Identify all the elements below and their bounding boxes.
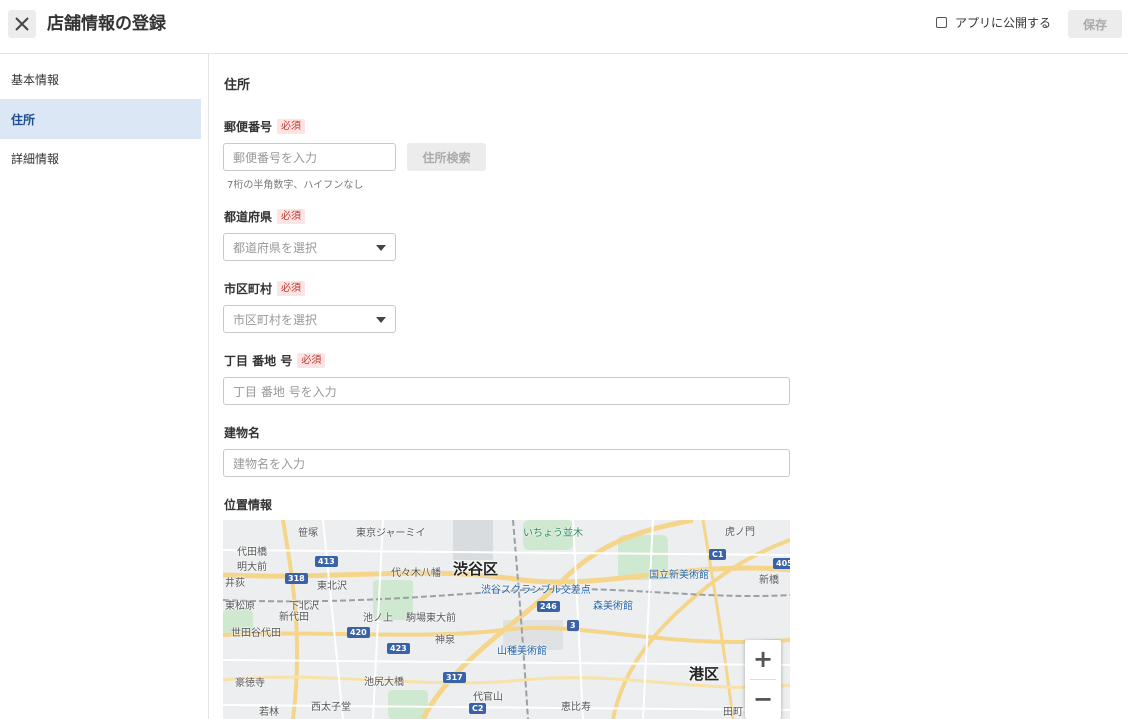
- map-label-shinbashi: 新橋: [759, 575, 779, 586]
- zoom-out-button[interactable]: −: [745, 680, 781, 718]
- road-badge: 423: [387, 643, 410, 654]
- road-badge: 420: [347, 627, 370, 638]
- map-label-gotokuji: 豪徳寺: [235, 678, 265, 689]
- map-label-yamatane: 山種美術館: [497, 646, 547, 657]
- map-label-komaba: 駒場東大前: [406, 613, 456, 624]
- zoom-in-button[interactable]: +: [745, 640, 781, 678]
- map-label-nishitaishido: 西太子堂: [311, 702, 351, 713]
- map-label-shindaita: 新代田: [279, 612, 309, 623]
- prefecture-select[interactable]: 都道府県を選択: [223, 233, 396, 261]
- map-label-daitabashi: 代田橋: [237, 547, 267, 558]
- map-label-higashimatsubara: 東松原: [225, 601, 255, 612]
- map-label-scramble: 渋谷スクランブル交差点: [481, 585, 591, 596]
- prefecture-label: 都道府県 必須: [224, 208, 306, 225]
- road-badge: 405: [773, 558, 790, 569]
- map-label-kokuritsu: 国立新美術館: [649, 570, 709, 581]
- sidebar: 基本情報 住所 詳細情報: [0, 54, 209, 719]
- map-label-sasazuka: 笹塚: [298, 528, 318, 539]
- postal-label-text: 郵便番号: [224, 120, 273, 134]
- road-badge: C2: [469, 703, 487, 714]
- map-label-meidaimae: 明大前: [237, 562, 267, 573]
- postal-label: 郵便番号 必須: [224, 118, 306, 135]
- page-title: 店舗情報の登録: [47, 14, 166, 34]
- publish-toggle[interactable]: アプリに公開する: [936, 14, 1051, 31]
- road-badge: 246: [537, 601, 560, 612]
- map-label-shibuya: 渋谷区: [453, 560, 499, 578]
- chevron-down-icon: [376, 317, 386, 323]
- top-bar: 店舗情報の登録 アプリに公開する 保存: [0, 0, 1128, 54]
- required-badge: 必須: [297, 353, 326, 368]
- street-label-text: 丁目 番地 号: [224, 354, 293, 368]
- map-label-setagaya-daita: 世田谷代田: [231, 628, 281, 639]
- map-label-higashikitazawa: 東北沢: [317, 581, 347, 592]
- map-label-toranomon: 虎ノ門: [725, 527, 755, 538]
- sidebar-item-details[interactable]: 詳細情報: [0, 138, 201, 178]
- map-label-daikanyama: 代官山: [473, 692, 503, 703]
- city-select[interactable]: 市区町村を選択: [223, 305, 396, 333]
- city-label-text: 市区町村: [224, 282, 273, 296]
- building-label: 建物名: [224, 424, 260, 441]
- required-badge: 必須: [277, 119, 306, 134]
- close-button[interactable]: [8, 10, 36, 38]
- prefecture-placeholder: 都道府県を選択: [233, 240, 318, 255]
- map-label-minato: 港区: [689, 665, 720, 683]
- postal-input[interactable]: 郵便番号を入力: [223, 143, 396, 171]
- street-label: 丁目 番地 号 必須: [224, 352, 326, 369]
- publish-label: アプリに公開する: [955, 16, 1052, 30]
- road-badge: 318: [285, 573, 308, 584]
- address-search-button[interactable]: 住所検索: [407, 143, 486, 171]
- road-badge: 413: [315, 556, 338, 567]
- location-label-text: 位置情報: [224, 498, 273, 512]
- required-badge: 必須: [277, 209, 306, 224]
- location-label: 位置情報: [224, 496, 272, 513]
- city-label: 市区町村 必須: [224, 280, 306, 297]
- postal-hint: 7桁の半角数字、ハイフンなし: [227, 180, 364, 191]
- map-label-yoyogi-hachiman: 代々木八幡: [391, 568, 441, 579]
- chevron-down-icon: [376, 245, 386, 251]
- map-label-ichou: いちょう並木: [523, 528, 583, 539]
- city-placeholder: 市区町村を選択: [233, 312, 318, 327]
- map-label-wakabayashi: 若林: [259, 707, 279, 718]
- road-badge: 317: [443, 672, 466, 683]
- sidebar-item-address[interactable]: 住所: [0, 99, 201, 139]
- map-label-shinsen: 神泉: [435, 635, 455, 646]
- map-label-ebisu: 恵比寿: [561, 702, 591, 713]
- map-label-kamiuma: 井荻: [225, 578, 245, 589]
- building-input[interactable]: 建物名を入力: [223, 449, 790, 477]
- publish-checkbox[interactable]: [936, 17, 947, 28]
- sidebar-item-basic[interactable]: 基本情報: [0, 59, 201, 99]
- map-label-mori: 森美術館: [593, 601, 633, 612]
- street-input[interactable]: 丁目 番地 号を入力: [223, 377, 790, 405]
- location-map[interactable]: 渋谷区 港区 東京ジャーミイ 代々木八幡 渋谷スクランブル交差点 国立新美術館 …: [223, 520, 790, 719]
- road-badge: 3: [567, 620, 579, 631]
- save-button[interactable]: 保存: [1068, 10, 1122, 38]
- map-label-ikenoue: 池ノ上: [363, 613, 393, 624]
- map-label-tamachi: 田町: [723, 707, 743, 718]
- map-label-jamii: 東京ジャーミイ: [356, 528, 426, 539]
- building-label-text: 建物名: [224, 426, 261, 440]
- close-icon: [15, 17, 29, 31]
- road-badge: C1: [709, 549, 727, 560]
- required-badge: 必須: [277, 281, 306, 296]
- prefecture-label-text: 都道府県: [224, 210, 273, 224]
- section-title: 住所: [224, 78, 251, 93]
- map-label-ikejiri: 池尻大橋: [364, 677, 404, 688]
- map-zoom-control: + −: [745, 640, 781, 719]
